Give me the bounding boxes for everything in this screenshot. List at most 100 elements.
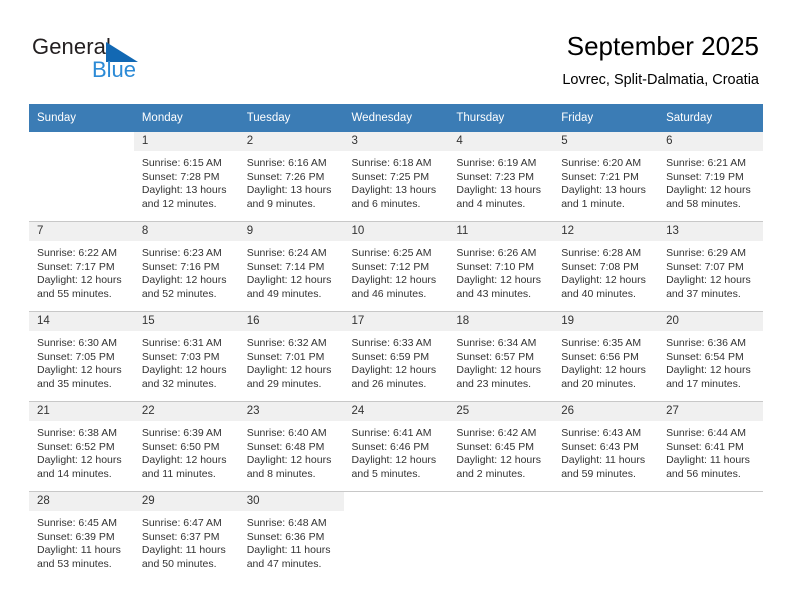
day-number: 3 xyxy=(343,132,449,151)
day-cell[interactable]: 10 Sunrise: 6:25 AM Sunset: 7:12 PM Dayligh… xyxy=(343,221,449,312)
day-cell[interactable]: 26 Sunrise: 6:43 AM Sunset: 6:43 PM Dayligh… xyxy=(553,401,659,492)
day-cell[interactable]: 12 Sunrise: 6:28 AM Sunset: 7:08 PM Dayligh… xyxy=(553,221,659,312)
day-number: 29 xyxy=(133,492,239,511)
day-cell-inner: 24 Sunrise: 6:41 AM Sunset: 6:46 PM Dayligh… xyxy=(343,402,449,491)
day-cell[interactable]: 11 Sunrise: 6:26 AM Sunset: 7:10 PM Dayligh… xyxy=(448,221,554,312)
day-cell-inner xyxy=(448,492,553,581)
day-cell[interactable]: 16 Sunrise: 6:32 AM Sunset: 7:01 PM Dayligh… xyxy=(238,311,344,402)
sunrise-text: Sunrise: 6:45 AM xyxy=(37,517,117,529)
day-cell[interactable]: 23 Sunrise: 6:40 AM Sunset: 6:48 PM Dayligh… xyxy=(238,401,344,492)
day-number: 15 xyxy=(133,312,239,331)
day-cell-inner: 2 Sunrise: 6:16 AM Sunset: 7:26 PM Daylight… xyxy=(238,132,344,221)
daylight-text-line2: and 17 minutes. xyxy=(666,377,741,390)
day-cell[interactable]: 15 Sunrise: 6:31 AM Sunset: 7:03 PM Dayligh… xyxy=(133,311,239,402)
day-cell[interactable]: 5 Sunrise: 6:20 AM Sunset: 7:21 PM Daylight… xyxy=(553,132,659,222)
calendar-week-row: 28 Sunrise: 6:45 AM Sunset: 6:39 PM Dayligh… xyxy=(29,491,763,581)
day-details: Sunrise: 6:30 AM Sunset: 7:05 PM Daylight:… xyxy=(29,331,134,391)
day-details: Sunrise: 6:39 AM Sunset: 6:50 PM Daylight:… xyxy=(134,421,239,481)
sunset-text: Sunset: 6:59 PM xyxy=(351,350,430,363)
weekday-header-thursday: Thursday xyxy=(448,104,554,132)
sunrise-text: Sunrise: 6:47 AM xyxy=(141,517,222,529)
day-cell[interactable]: 30 Sunrise: 6:48 AM Sunset: 6:36 PM Dayligh… xyxy=(238,491,344,581)
day-cell[interactable]: 19 Sunrise: 6:35 AM Sunset: 6:56 PM Dayligh… xyxy=(553,311,659,402)
daylight-text-line2: and 35 minutes. xyxy=(37,377,112,390)
calendar-grid: Sunday Monday Tuesday Wednesday Thursday… xyxy=(29,104,763,581)
day-cell[interactable]: 6 Sunrise: 6:21 AM Sunset: 7:19 PM Daylight… xyxy=(658,132,763,222)
day-number: 12 xyxy=(553,222,659,241)
sunset-text: Sunset: 7:01 PM xyxy=(246,350,325,363)
sunset-text: Sunset: 6:46 PM xyxy=(351,440,430,453)
day-cell[interactable]: 3 Sunrise: 6:18 AM Sunset: 7:25 PM Daylight… xyxy=(343,132,449,222)
day-cell-inner xyxy=(29,132,134,221)
day-details: Sunrise: 6:31 AM Sunset: 7:03 PM Daylight:… xyxy=(134,331,239,391)
day-cell-empty xyxy=(343,491,449,581)
day-cell[interactable]: 18 Sunrise: 6:34 AM Sunset: 6:57 PM Dayligh… xyxy=(448,311,554,402)
day-cell[interactable]: 25 Sunrise: 6:42 AM Sunset: 6:45 PM Dayligh… xyxy=(448,401,554,492)
day-cell-inner: 4 Sunrise: 6:19 AM Sunset: 7:23 PM Daylight… xyxy=(448,132,554,221)
day-cell[interactable]: 29 Sunrise: 6:47 AM Sunset: 6:37 PM Dayligh… xyxy=(133,491,239,581)
sunrise-text: Sunrise: 6:22 AM xyxy=(37,247,117,259)
sunrise-text: Sunrise: 6:39 AM xyxy=(141,427,222,439)
day-details: Sunrise: 6:43 AM Sunset: 6:43 PM Daylight:… xyxy=(553,421,658,481)
day-cell-inner: 6 Sunrise: 6:21 AM Sunset: 7:19 PM Daylight… xyxy=(658,132,763,221)
sunrise-text: Sunrise: 6:34 AM xyxy=(456,337,537,349)
sunset-text: Sunset: 7:26 PM xyxy=(246,170,325,183)
daylight-text-line2: and 2 minutes. xyxy=(456,467,526,480)
sunset-text: Sunset: 6:48 PM xyxy=(246,440,325,453)
day-number: 27 xyxy=(658,402,763,421)
page-title: September 2025 xyxy=(566,31,759,61)
day-cell-inner: 9 Sunrise: 6:24 AM Sunset: 7:14 PM Daylight… xyxy=(238,222,344,311)
page-subtitle: Lovrec, Split-Dalmatia, Croatia xyxy=(562,72,759,88)
daylight-text-line2: and 32 minutes. xyxy=(141,377,217,390)
day-number: 20 xyxy=(658,312,763,331)
day-number: 23 xyxy=(238,402,344,421)
day-cell[interactable]: 9 Sunrise: 6:24 AM Sunset: 7:14 PM Daylight… xyxy=(238,221,344,312)
logo-text-blue: Blue xyxy=(92,57,137,82)
sunset-text: Sunset: 7:05 PM xyxy=(37,350,115,363)
day-cell[interactable]: 21 Sunrise: 6:38 AM Sunset: 6:52 PM Dayligh… xyxy=(29,401,134,492)
sunrise-text: Sunrise: 6:28 AM xyxy=(561,247,642,259)
day-cell[interactable]: 8 Sunrise: 6:23 AM Sunset: 7:16 PM Daylight… xyxy=(133,221,239,312)
daylight-text-line1: Daylight: 12 hours xyxy=(666,364,751,377)
sunset-text: Sunset: 7:23 PM xyxy=(456,170,535,183)
day-cell[interactable]: 27 Sunrise: 6:44 AM Sunset: 6:41 PM Dayligh… xyxy=(658,401,763,492)
calendar-page: General Blue September 2025 Lovrec, Spli… xyxy=(0,0,792,612)
sunrise-text: Sunrise: 6:41 AM xyxy=(351,427,432,439)
day-cell[interactable]: 28 Sunrise: 6:45 AM Sunset: 6:39 PM Dayligh… xyxy=(29,491,134,581)
day-details: Sunrise: 6:47 AM Sunset: 6:37 PM Daylight:… xyxy=(134,511,239,571)
daylight-text-line1: Daylight: 12 hours xyxy=(351,274,437,287)
calendar-body: 1 Sunrise: 6:15 AM Sunset: 7:28 PM Daylight… xyxy=(29,132,763,581)
daylight-text-line1: Daylight: 12 hours xyxy=(456,274,542,287)
day-cell[interactable]: 17 Sunrise: 6:33 AM Sunset: 6:59 PM Dayligh… xyxy=(343,311,449,402)
sunset-text: Sunset: 7:03 PM xyxy=(141,350,220,363)
day-cell-inner: 12 Sunrise: 6:28 AM Sunset: 7:08 PM Dayligh… xyxy=(553,222,659,311)
day-cell[interactable]: 1 Sunrise: 6:15 AM Sunset: 7:28 PM Daylight… xyxy=(133,132,239,222)
sunset-text: Sunset: 6:37 PM xyxy=(141,530,220,543)
day-number: 26 xyxy=(553,402,659,421)
day-cell[interactable]: 14 Sunrise: 6:30 AM Sunset: 7:05 PM Dayligh… xyxy=(29,311,134,402)
day-cell[interactable]: 2 Sunrise: 6:16 AM Sunset: 7:26 PM Daylight… xyxy=(238,132,344,222)
day-details: Sunrise: 6:24 AM Sunset: 7:14 PM Daylight:… xyxy=(239,241,344,301)
day-cell[interactable]: 7 Sunrise: 6:22 AM Sunset: 7:17 PM Daylight… xyxy=(29,221,134,312)
day-cell[interactable]: 13 Sunrise: 6:29 AM Sunset: 7:07 PM Dayligh… xyxy=(658,221,763,312)
day-cell[interactable]: 4 Sunrise: 6:19 AM Sunset: 7:23 PM Daylight… xyxy=(448,132,554,222)
day-cell-inner: 30 Sunrise: 6:48 AM Sunset: 6:36 PM Dayligh… xyxy=(238,492,344,581)
day-number: 16 xyxy=(238,312,344,331)
day-number: 17 xyxy=(343,312,449,331)
sunrise-text: Sunrise: 6:29 AM xyxy=(666,247,747,259)
daylight-text-line1: Daylight: 13 hours xyxy=(456,184,542,197)
day-details: Sunrise: 6:35 AM Sunset: 6:56 PM Daylight:… xyxy=(553,331,658,391)
daylight-text-line1: Daylight: 13 hours xyxy=(351,184,437,197)
day-cell[interactable]: 24 Sunrise: 6:41 AM Sunset: 6:46 PM Dayligh… xyxy=(343,401,449,492)
sunrise-text: Sunrise: 6:25 AM xyxy=(351,247,432,259)
day-cell[interactable]: 22 Sunrise: 6:39 AM Sunset: 6:50 PM Dayligh… xyxy=(133,401,239,492)
calendar-header-row: Sunday Monday Tuesday Wednesday Thursday… xyxy=(29,104,763,132)
day-cell[interactable]: 20 Sunrise: 6:36 AM Sunset: 6:54 PM Dayligh… xyxy=(658,311,763,402)
sunrise-text: Sunrise: 6:15 AM xyxy=(141,157,222,169)
day-details: Sunrise: 6:36 AM Sunset: 6:54 PM Daylight:… xyxy=(658,331,763,391)
day-number: 24 xyxy=(343,402,449,421)
day-details: Sunrise: 6:15 AM Sunset: 7:28 PM Daylight:… xyxy=(134,151,239,211)
sunrise-text: Sunrise: 6:23 AM xyxy=(141,247,222,259)
sunrise-text: Sunrise: 6:19 AM xyxy=(456,157,537,169)
generalblue-logo[interactable]: General Blue xyxy=(32,34,212,86)
